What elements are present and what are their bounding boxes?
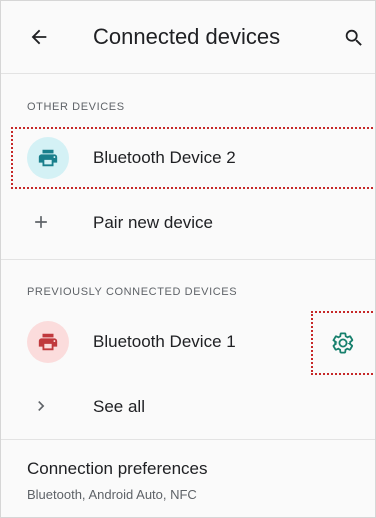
pair-new-device-row[interactable]: Pair new device <box>1 193 375 253</box>
app-bar: Connected devices <box>1 1 375 74</box>
section-header-previously-connected: PREVIOUSLY CONNECTED DEVICES <box>27 286 238 298</box>
back-button[interactable] <box>25 23 53 51</box>
arrow-back-icon <box>31 29 47 45</box>
section-divider <box>1 439 375 440</box>
pair-new-device-label: Pair new device <box>93 213 214 232</box>
highlight-box-device-2 <box>11 127 375 189</box>
section-header-other-devices: OTHER DEVICES <box>27 101 125 113</box>
device-name: Bluetooth Device 1 <box>93 332 236 351</box>
section-divider <box>1 259 375 260</box>
device-icon-circle <box>27 321 69 363</box>
see-all-row[interactable]: See all <box>1 377 375 435</box>
search-button[interactable] <box>341 25 367 51</box>
search-icon <box>345 29 362 46</box>
printer-icon <box>38 333 58 351</box>
chevron-right-icon <box>38 401 45 411</box>
settings-screen: Connected devices OTHER DEVICES Bluetoot… <box>0 0 376 518</box>
page-title: Connected devices <box>93 24 281 49</box>
plus-icon <box>35 216 47 228</box>
connection-preferences-subtitle: Bluetooth, Android Auto, NFC <box>27 487 197 502</box>
highlight-box-settings <box>311 311 375 375</box>
connection-preferences-title: Connection preferences <box>27 459 208 478</box>
see-all-label: See all <box>93 397 145 416</box>
